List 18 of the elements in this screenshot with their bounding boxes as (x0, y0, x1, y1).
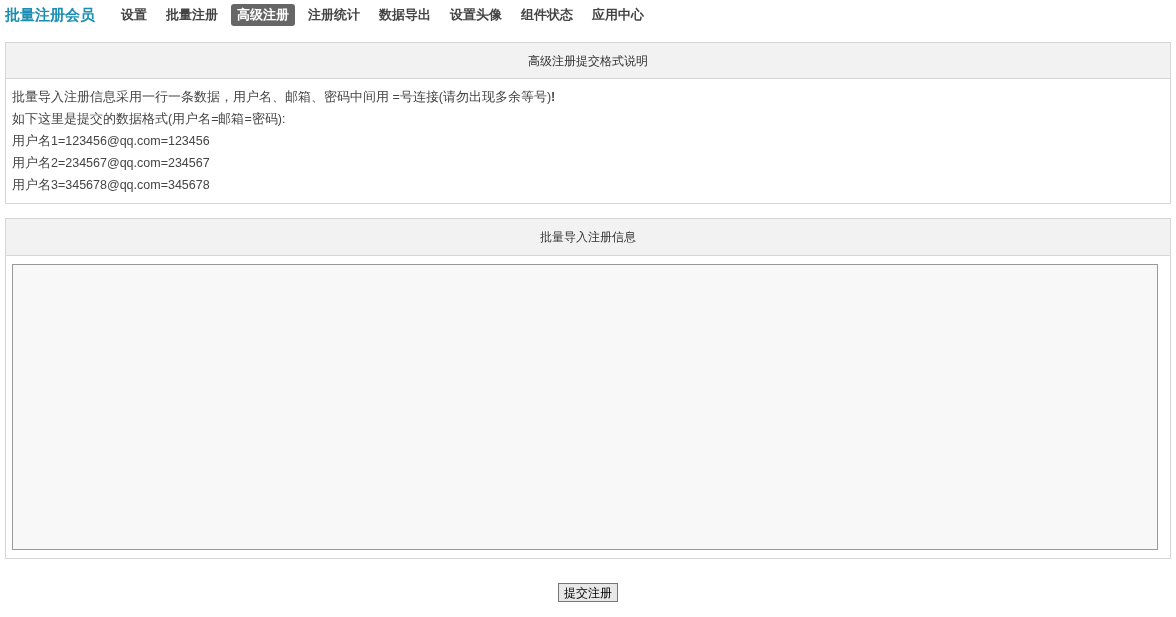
nav-tab[interactable]: 设置 (115, 4, 153, 26)
nav-tab[interactable]: 组件状态 (515, 4, 579, 26)
format-text: 用户名3=345678@qq.com=345678 (12, 177, 211, 194)
format-text: 批量导入注册信息采用一行一条数据，用户名、邮箱、密码中间用 =号连接(请勿出现多余等号)! (12, 89, 557, 106)
nav-tab[interactable]: 高级注册 (231, 4, 295, 26)
brand-title: 批量注册会员 (5, 4, 95, 25)
panel-header: 批量导入注册信息 (6, 219, 1170, 256)
nav-tab[interactable]: 批量注册 (160, 4, 224, 26)
format-text: 用户名1=123456@qq.com=123456 (12, 133, 211, 150)
import-textarea[interactable] (12, 264, 1158, 550)
nav-tab[interactable]: 设置头像 (444, 4, 508, 26)
nav-tab[interactable]: 注册统计 (302, 4, 366, 26)
format-text: 如下这里是提交的数据格式(用户名=邮箱=密码): (12, 111, 287, 128)
nav-tab[interactable]: 应用中心 (586, 4, 650, 26)
submit-button[interactable]: 提交注册 (558, 583, 618, 602)
format-text: 用户名2=234567@qq.com=234567 (12, 155, 211, 172)
panel-header: 高级注册提交格式说明 (6, 43, 1170, 79)
nav-tab[interactable]: 数据导出 (373, 4, 437, 26)
